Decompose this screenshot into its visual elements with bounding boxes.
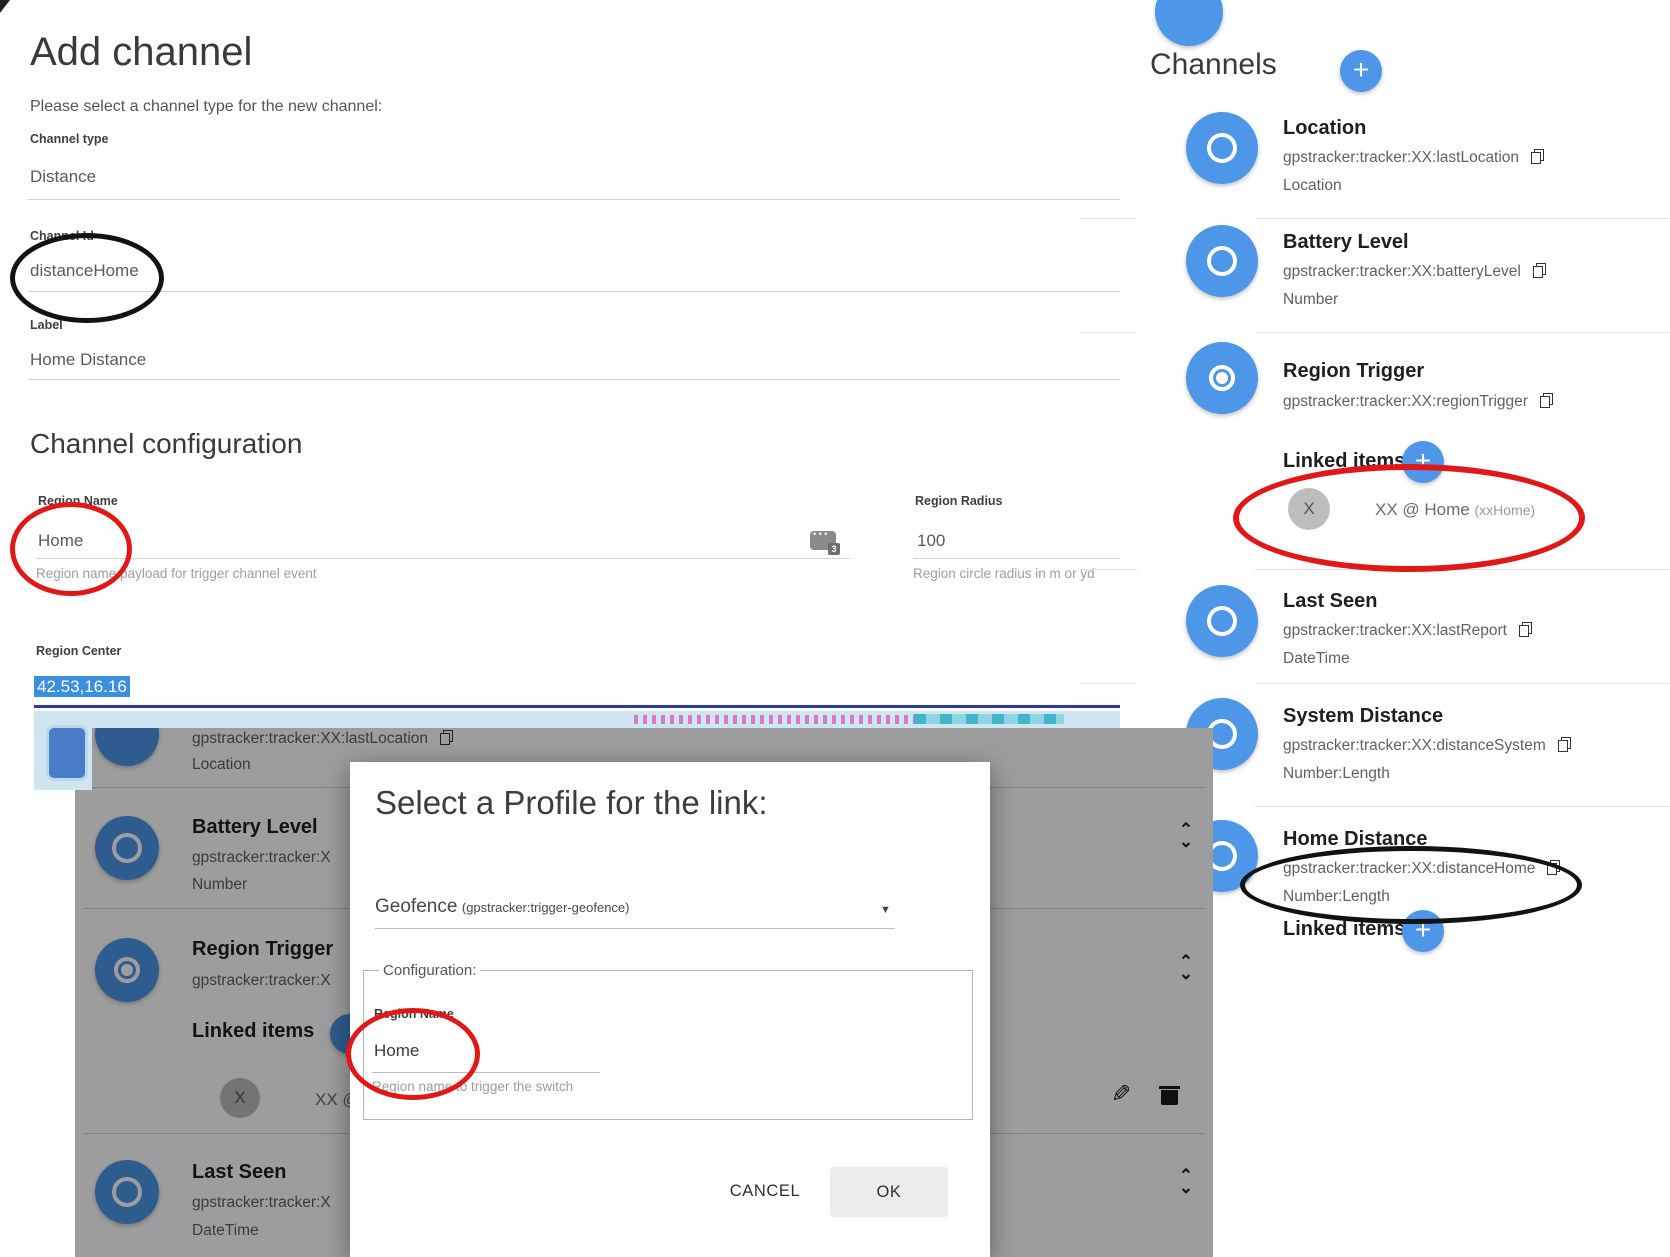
channel-title: Region Trigger	[1283, 360, 1424, 383]
channel-uid: gpstracker:tracker:XX:batteryLevel	[1283, 263, 1546, 281]
copy-icon[interactable]	[1558, 737, 1571, 752]
channel-type: Number:Length	[1283, 765, 1390, 783]
copy-icon[interactable]	[1540, 393, 1553, 408]
region-name-underline	[36, 558, 850, 559]
channel-title: System Distance	[1283, 705, 1443, 728]
corner-artifact	[0, 0, 10, 13]
profile-select-underline	[375, 928, 895, 929]
channel-uid-text: gpstracker:tracker:XX:regionTrigger	[1283, 393, 1528, 410]
channel-uid-text: gpstracker:tracker:XX:lastLocation	[1283, 149, 1519, 166]
channel-type-label: Channel type	[30, 132, 109, 146]
channel-uid: gpstracker:tracker:XX:regionTrigger	[1283, 393, 1553, 411]
label-field-label: Label	[30, 318, 63, 332]
page-intro: Please select a channel type for the new…	[30, 98, 382, 116]
copy-icon[interactable]	[1531, 149, 1544, 164]
channel-uid: gpstracker:tracker:XX:lastReport	[1283, 622, 1532, 640]
scrolled-plus-button[interactable]	[1155, 0, 1223, 46]
channel-type-input[interactable]: Distance	[30, 167, 96, 187]
copy-icon[interactable]	[1533, 263, 1546, 278]
region-radius-hint: Region circle radius in m or yd	[913, 566, 1095, 581]
channel-title: Battery Level	[1283, 231, 1409, 254]
annotation-ellipse-home-distance	[1240, 846, 1582, 924]
dropdown-caret-icon[interactable]	[880, 904, 891, 916]
map-marks-teal	[914, 714, 1064, 724]
row-divider	[1080, 218, 1137, 219]
region-center-selected-text: 42.53,16.16	[34, 676, 130, 697]
copy-icon[interactable]	[1519, 622, 1532, 637]
row-divider	[1255, 683, 1670, 684]
channel-title: Last Seen	[1283, 590, 1377, 613]
label-field-input[interactable]: Home Distance	[30, 350, 146, 370]
map-fragment-strip	[34, 711, 1120, 728]
input-helper-icon[interactable]: 3	[810, 531, 836, 550]
annotation-ellipse-dialog-region	[346, 1008, 480, 1100]
lastseen-channel-icon	[1186, 585, 1258, 657]
map-key-icon	[46, 725, 88, 781]
channel-type-underline	[28, 199, 1120, 200]
channel-type: DateTime	[1283, 650, 1350, 668]
add-channel-button[interactable]: +	[1340, 50, 1382, 92]
channel-uid-text: gpstracker:tracker:XX:batteryLevel	[1283, 263, 1521, 280]
region-radius-input[interactable]: 100	[917, 531, 945, 551]
annotation-ellipse-region-name	[10, 502, 132, 596]
configuration-legend: Configuration:	[379, 962, 480, 979]
page-title: Add channel	[30, 30, 252, 75]
map-marks-pink	[634, 715, 924, 724]
region-radius-label: Region Radius	[915, 494, 1003, 508]
region-center-input[interactable]: 42.53,16.16	[34, 677, 130, 697]
input-helper-badge: 3	[828, 543, 840, 555]
profile-select-value: Geofence	[375, 896, 457, 917]
label-field-underline	[28, 379, 1120, 380]
channel-title: Location	[1283, 117, 1366, 140]
channel-uid: gpstracker:tracker:XX:distanceSystem	[1283, 737, 1571, 755]
config-heading: Channel configuration	[30, 428, 302, 460]
map-fragment-corner	[34, 711, 92, 790]
battery-channel-icon	[1186, 225, 1258, 297]
channel-type: Location	[1283, 177, 1342, 195]
profile-select[interactable]: Geofence (gpstracker:trigger-geofence)	[375, 896, 630, 918]
cancel-button[interactable]: CANCEL	[710, 1170, 820, 1212]
region-center-label: Region Center	[36, 644, 121, 658]
ok-button[interactable]: OK	[830, 1167, 948, 1217]
row-divider	[1080, 569, 1137, 570]
channel-id-underline	[28, 291, 1120, 292]
row-divider	[1080, 683, 1137, 684]
annotation-ellipse-channel-id	[10, 233, 164, 323]
annotation-ellipse-linked-item	[1233, 464, 1585, 572]
app-root: Add channel Please select a channel type…	[0, 0, 1670, 1257]
channel-uid-text: gpstracker:tracker:XX:distanceSystem	[1283, 737, 1546, 754]
channel-uid: gpstracker:tracker:XX:lastLocation	[1283, 149, 1544, 167]
profile-select-detail: (gpstracker:trigger-geofence)	[462, 900, 630, 915]
channels-heading: Channels	[1150, 48, 1277, 82]
channel-uid-text: gpstracker:tracker:XX:lastReport	[1283, 622, 1507, 639]
trigger-channel-icon	[1186, 342, 1258, 414]
location-channel-icon	[1186, 112, 1258, 184]
row-divider	[1255, 332, 1670, 333]
row-divider	[1080, 332, 1137, 333]
region-center-focus-underline	[34, 705, 1120, 708]
profile-dialog: Select a Profile for the link: Geofence …	[350, 762, 990, 1257]
row-divider	[1255, 218, 1670, 219]
row-divider	[1255, 806, 1670, 807]
channel-type: Number	[1283, 291, 1338, 309]
dialog-title: Select a Profile for the link:	[375, 784, 768, 822]
